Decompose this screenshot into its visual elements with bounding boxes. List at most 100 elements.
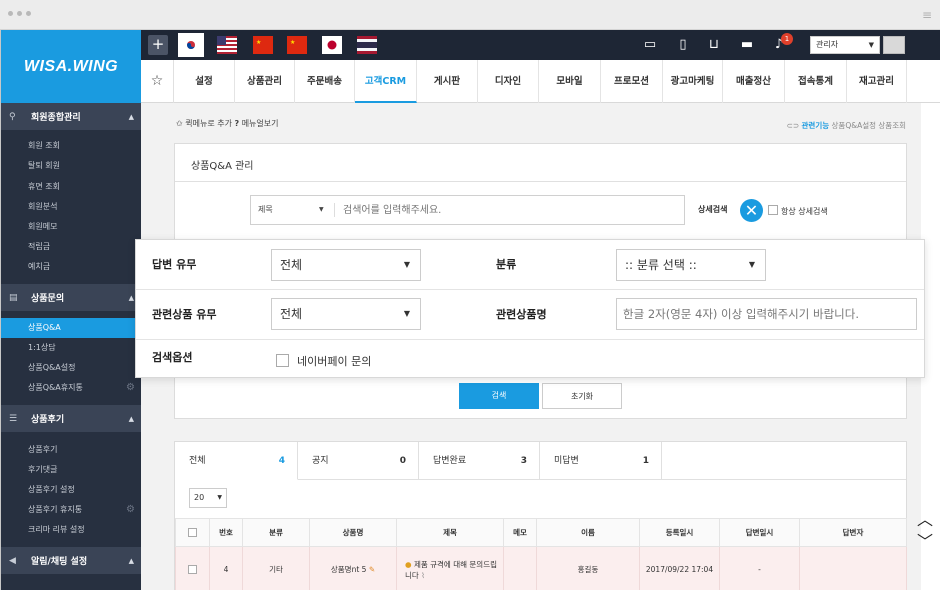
search-button[interactable]: 검색 (459, 383, 539, 409)
china-flag-icon[interactable]: ★ (253, 36, 273, 54)
manual-link[interactable]: 메뉴얼보기 (242, 119, 279, 128)
column-header[interactable]: 분류 (242, 518, 310, 547)
gear-icon[interactable]: ⚙ (126, 500, 135, 520)
category-select[interactable]: :: 분류 선택 :: ▼ (616, 249, 766, 281)
question-title[interactable]: 제품 규격에 대해 문의드립니다 (405, 560, 497, 580)
sidebar-item[interactable]: 후기댓글 (1, 460, 141, 480)
tab-order[interactable]: 주문배송 (295, 60, 355, 103)
section-inquiry[interactable]: ▤ 상품문의 ▲ (1, 284, 141, 311)
sidebar-item[interactable]: 회원 조회 (1, 136, 141, 156)
sidebar-item[interactable]: 상품Q&A휴지통 ⚙ (1, 378, 141, 398)
row-checkbox[interactable] (188, 564, 197, 574)
select-all-checkbox[interactable] (188, 527, 197, 537)
basket-icon[interactable]: ⊔ (705, 37, 723, 53)
advanced-search-label[interactable]: 상세검색 (698, 204, 727, 215)
column-header[interactable]: 상품명 (309, 518, 397, 547)
always-advanced-checkbox[interactable]: 항상 상세검색 (768, 205, 828, 217)
admin-label: 관리자 (816, 40, 839, 49)
section-title: 상품후기 (31, 415, 65, 425)
sidebar-item[interactable]: 크리마 리뷰 설정 (1, 520, 141, 540)
section-review[interactable]: ☰ 상품후기 ▲ (1, 405, 141, 432)
gear-icon[interactable]: ⚙ (126, 378, 135, 398)
sidebar-item[interactable]: 1:1상담 (1, 338, 141, 358)
tab-all[interactable]: 전체 4 (175, 442, 298, 480)
logo[interactable]: WISA.WING (1, 30, 141, 103)
section-notification[interactable]: ◀ 알림/채팅 설정 ▲ (1, 547, 141, 574)
checkbox[interactable] (768, 205, 778, 215)
add-button[interactable]: + (148, 35, 168, 55)
quick-add-link[interactable]: 퀵메뉴로 추가 (185, 119, 232, 128)
sidebar-item[interactable]: 예치금 (1, 257, 141, 277)
product-name-input[interactable]: 한글 2자(영문 4자) 이상 입력해주시기 바랍니다. (616, 298, 917, 330)
sidebar-item[interactable]: 회원분석 (1, 197, 141, 217)
cell-number: 4 (209, 546, 243, 590)
tab-answered[interactable]: 답변완료 3 (419, 442, 540, 480)
tab-sales[interactable]: 매출정산 (723, 60, 785, 103)
sidebar-item[interactable]: 상품Q&A설정 (1, 358, 141, 378)
tab-board[interactable]: 게시판 (417, 60, 478, 103)
japan-flag-icon[interactable] (322, 36, 342, 54)
qna-list: 전체 4 공지 0 답변완료 3 미답변 1 20 ▼ 번호 분류 상품명 제목 메모 이… (174, 441, 907, 590)
related-link[interactable]: 상품Q&A설정 (832, 121, 876, 130)
reset-button[interactable]: 초기화 (542, 383, 622, 409)
usa-flag-icon[interactable] (217, 36, 237, 54)
sidebar-item[interactable]: 탈퇴 회원 (1, 156, 141, 176)
tab-count: 3 (520, 456, 527, 466)
star-icon[interactable]: ✩ (176, 119, 185, 128)
tab-crm[interactable]: 고객CRM (355, 60, 417, 103)
column-header[interactable]: 답변자 (799, 518, 907, 547)
sidebar-item[interactable]: 적립금 (1, 237, 141, 257)
scroll-up-icon[interactable]: ︿ (916, 506, 934, 530)
sidebar-item[interactable]: 휴면 조회 (1, 177, 141, 197)
tab-notice[interactable]: 공지 0 (298, 442, 419, 480)
cell-product[interactable]: 상품명nt 5 ✎ (309, 546, 397, 590)
table-row[interactable]: 4 기타 상품명nt 5 ✎ ● 제품 규격에 대해 문의드립니다 ⌇ 홍길동 … (175, 546, 907, 590)
column-header[interactable]: 제목 (396, 518, 504, 547)
avatar[interactable] (883, 36, 905, 54)
sidebar-item[interactable]: 회원메모 (1, 217, 141, 237)
korea-flag-icon[interactable] (178, 33, 204, 57)
section-member[interactable]: ⚲ 회원종합관리 ▲ (1, 103, 141, 130)
related-product-select[interactable]: 전체 ▼ (271, 298, 421, 330)
tab-product[interactable]: 상품관리 (235, 60, 295, 103)
tab-unanswered[interactable]: 미답변 1 (540, 442, 662, 480)
admin-select[interactable]: 관리자 ▼ (810, 36, 880, 54)
thailand-flag-icon[interactable] (357, 36, 377, 54)
cell-title[interactable]: ● 제품 규격에 대해 문의드립니다 ⌇ (396, 546, 504, 590)
caret-up-icon: ▲ (128, 112, 134, 121)
chat-icon[interactable]: ▬ (738, 37, 756, 53)
related-link[interactable]: 상품조회 (878, 121, 906, 130)
answer-status-select[interactable]: 전체 ▼ (271, 249, 421, 281)
search-input[interactable] (343, 200, 673, 220)
tab-mobile[interactable]: 모바일 (539, 60, 601, 103)
sidebar-item[interactable]: 상품후기 설정 (1, 480, 141, 500)
tab-stats[interactable]: 접속통계 (785, 60, 847, 103)
column-header[interactable]: 등록일시 (639, 518, 720, 547)
window-titlebar: ≡ (0, 0, 940, 30)
tab-design[interactable]: 디자인 (478, 60, 539, 103)
checkbox[interactable] (276, 354, 289, 367)
scroll-down-icon[interactable]: ﹀ (916, 528, 934, 552)
sidebar-item[interactable]: 상품후기 (1, 440, 141, 460)
category-filter-label: 분류 (496, 258, 517, 271)
mobile-icon[interactable]: ▯ (674, 37, 692, 53)
hamburger-icon[interactable]: ≡ (922, 8, 932, 22)
search-field-select[interactable]: 제목 (258, 196, 273, 224)
tab-settings[interactable]: 설정 (174, 60, 235, 103)
column-header[interactable]: 메모 (503, 518, 537, 547)
page-size-select[interactable]: 20 ▼ (189, 488, 227, 508)
column-header[interactable]: 이름 (536, 518, 640, 547)
naverpay-checkbox[interactable]: 네이버페이 문의 (276, 353, 371, 369)
sidebar-item[interactable]: 상품후기 휴지통 ⚙ (1, 500, 141, 520)
product-name[interactable]: 상품명nt 5 (331, 565, 367, 574)
sidebar-item-product-qna[interactable]: 상품Q&A (1, 318, 141, 338)
tab-inventory[interactable]: 재고관리 (847, 60, 907, 103)
close-icon[interactable]: ✕ (740, 199, 763, 222)
desktop-icon[interactable]: ▭ (641, 37, 659, 53)
tab-promotion[interactable]: 프로모션 (601, 60, 663, 103)
column-header[interactable]: 답변일시 (719, 518, 800, 547)
column-header[interactable]: 번호 (209, 518, 243, 547)
star-icon[interactable]: ☆ (141, 60, 174, 103)
taiwan-china-flag-icon[interactable]: ★ (287, 36, 307, 54)
tab-marketing[interactable]: 광고마케팅 (663, 60, 723, 103)
